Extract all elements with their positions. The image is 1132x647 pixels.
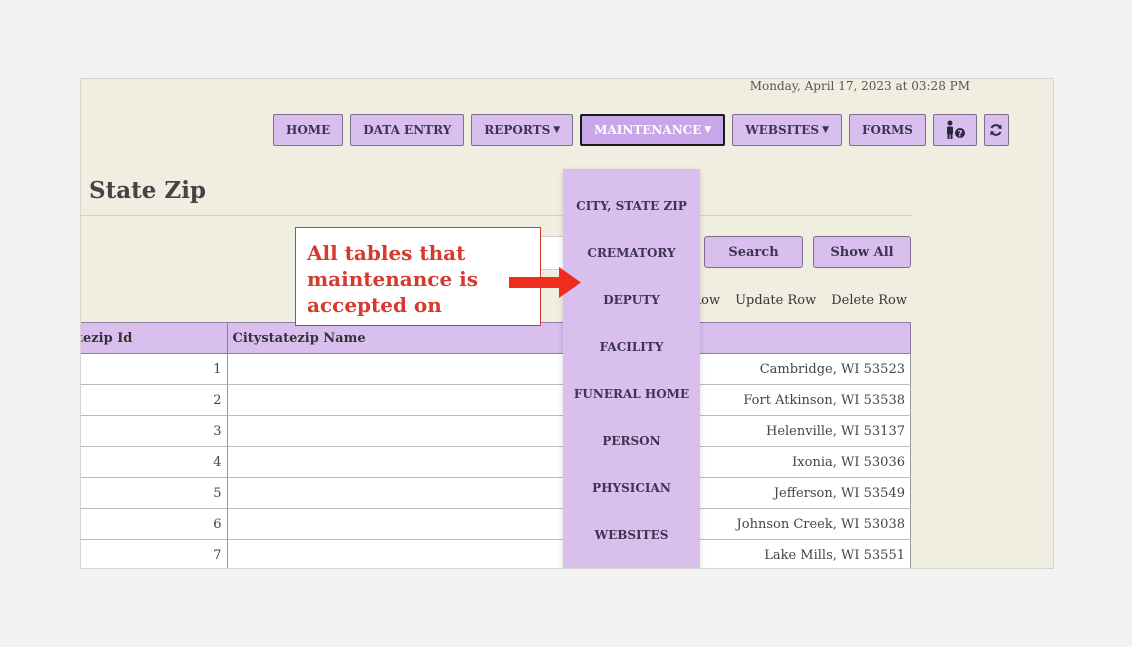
nav-data-entry-button[interactable]: DATA ENTRY [350, 114, 465, 146]
table-header-row: tezip Id Citystatezip Name [81, 322, 911, 354]
table-row[interactable]: 1 Cambridge, WI 53523 [81, 353, 911, 385]
app-frame: Monday, April 17, 2023 at 03:28 PM HOME … [80, 78, 1054, 569]
nav-reports-label: REPORTS [484, 123, 551, 137]
table-row[interactable]: 3 Helenville, WI 53137 [81, 415, 911, 447]
menu-item-person[interactable]: PERSON [563, 417, 700, 464]
refresh-button[interactable] [983, 114, 1009, 146]
table-row[interactable]: 7 Lake Mills, WI 53551 [81, 539, 911, 568]
caret-down-icon: ▼ [704, 125, 712, 135]
data-table: tezip Id Citystatezip Name 1 Cambridge, … [81, 322, 911, 568]
update-row-link[interactable]: Update Row [735, 293, 816, 308]
svg-text:?: ? [957, 130, 962, 140]
nav-websites-button[interactable]: WEBSITES ▼ [732, 114, 842, 146]
table-row[interactable]: 4 Ixonia, WI 53036 [81, 446, 911, 478]
menu-item-funeral-home[interactable]: FUNERAL HOME [563, 370, 700, 417]
cell-id: 2 [81, 384, 228, 416]
table-row[interactable]: 6 Johnson Creek, WI 53038 [81, 508, 911, 540]
search-button[interactable]: Search [704, 236, 803, 268]
row-actions: Row Update Row Delete Row [691, 293, 907, 308]
title-divider [81, 215, 913, 216]
column-header-id[interactable]: tezip Id [81, 322, 228, 354]
annotation-callout: All tables that maintenance is accepted … [295, 227, 541, 326]
cell-id: 4 [81, 446, 228, 478]
menu-item-deputy[interactable]: DEPUTY [563, 276, 700, 323]
main-nav: HOME DATA ENTRY REPORTS ▼ MAINTENANCE ▼ … [273, 114, 1009, 146]
caret-down-icon: ▼ [553, 125, 561, 135]
menu-item-physician[interactable]: PHYSICIAN [563, 464, 700, 511]
cell-id: 1 [81, 353, 228, 385]
help-button[interactable]: ? [932, 114, 977, 146]
menu-item-websites[interactable]: WEBSITES [563, 511, 700, 558]
nav-reports-button[interactable]: REPORTS ▼ [471, 114, 574, 146]
refresh-icon [990, 124, 1002, 136]
cell-id: 3 [81, 415, 228, 447]
person-help-icon: ? [946, 120, 965, 140]
cell-id: 6 [81, 508, 228, 540]
page-title: State Zip [89, 177, 207, 204]
table-row[interactable]: 5 Jefferson, WI 53549 [81, 477, 911, 509]
show-all-button[interactable]: Show All [813, 236, 911, 268]
nav-websites-label: WEBSITES [745, 123, 820, 137]
arrow-right-icon [509, 267, 581, 298]
table-row[interactable]: 2 Fort Atkinson, WI 53538 [81, 384, 911, 416]
menu-item-city-state-zip[interactable]: CITY, STATE ZIP [563, 182, 700, 229]
nav-forms-button[interactable]: FORMS [849, 114, 926, 146]
nav-maintenance-button[interactable]: MAINTENANCE ▼ [580, 114, 726, 146]
datetime-display: Monday, April 17, 2023 at 03:28 PM [749, 79, 970, 93]
caret-down-icon: ▼ [822, 125, 829, 135]
menu-item-crematory[interactable]: CREMATORY [563, 229, 700, 276]
nav-home-button[interactable]: HOME [273, 114, 344, 146]
nav-maintenance-label: MAINTENANCE [594, 123, 702, 137]
menu-item-facility[interactable]: FACILITY [563, 323, 700, 370]
delete-row-link[interactable]: Delete Row [831, 293, 907, 308]
maintenance-dropdown-menu: CITY, STATE ZIP CREMATORY DEPUTY FACILIT… [563, 169, 700, 568]
cell-id: 7 [81, 539, 228, 568]
cell-id: 5 [81, 477, 228, 509]
